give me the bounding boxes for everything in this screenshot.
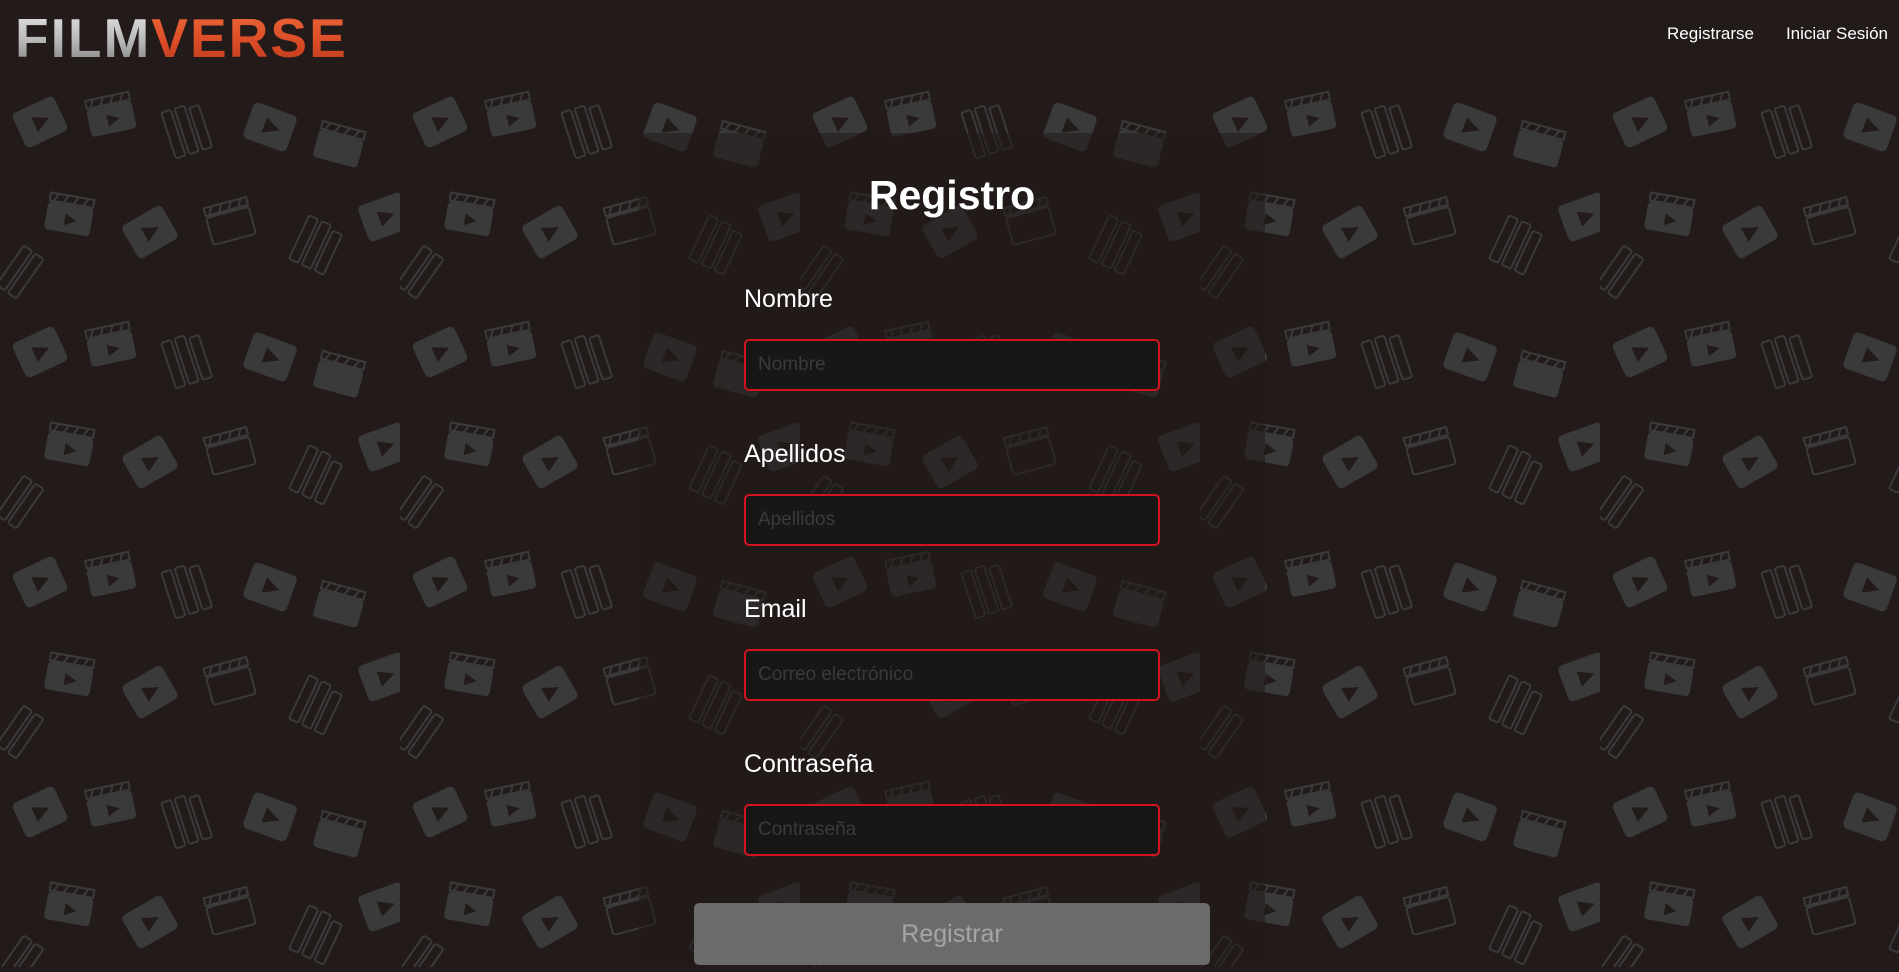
logo-text-verse: VERSE (151, 7, 348, 69)
password-label: Contraseña (744, 750, 874, 778)
email-input[interactable] (744, 649, 1160, 701)
login-link[interactable]: Iniciar Sesión (1786, 24, 1888, 44)
email-label: Email (744, 595, 807, 623)
logo-text-film: FILM (15, 7, 152, 69)
form-title: Registro (868, 172, 1036, 218)
filmverse-logo[interactable]: FILMVERSE (15, 8, 348, 68)
nombre-input[interactable] (744, 339, 1160, 391)
nombre-label: Nombre (744, 285, 833, 313)
nav-links: Registrarse Iniciar Sesión (1667, 24, 1888, 44)
register-submit-button[interactable]: Registrar (694, 903, 1210, 965)
top-navbar: FILMVERSE Registrarse Iniciar Sesión (0, 0, 1899, 76)
register-link[interactable]: Registrarse (1667, 24, 1754, 44)
password-input[interactable] (744, 804, 1160, 856)
apellidos-label: Apellidos (744, 440, 846, 468)
apellidos-input[interactable] (744, 494, 1160, 546)
